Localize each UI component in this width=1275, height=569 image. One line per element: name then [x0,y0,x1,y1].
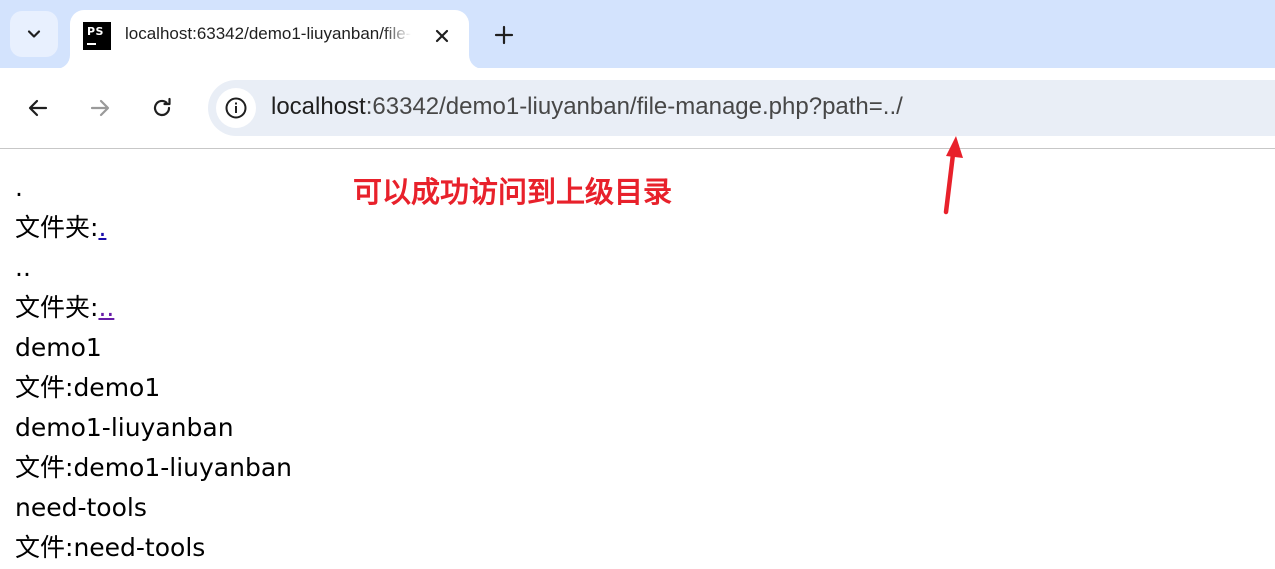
list-item-folder: 文件夹:. [15,208,292,248]
back-button[interactable] [20,90,56,126]
reload-icon [153,97,171,117]
annotation-text: 可以成功访问到上级目录 [353,175,673,209]
list-item-file: 文件:need-tools [15,528,292,568]
file-name: need-tools [73,533,206,562]
folder-label: 文件夹: [15,293,99,322]
browser-toolbar: localhost:63342/demo1-liuyanban/file-man… [0,68,1275,148]
list-item-name: .. [15,253,31,282]
url-text[interactable]: localhost:63342/demo1-liuyanban/file-man… [271,93,903,121]
folder-link[interactable]: .. [98,293,114,322]
list-item-name: demo1-liuyanban [15,413,234,442]
arrow-left-icon [28,99,48,117]
forward-button[interactable] [82,90,118,126]
active-tab[interactable]: PS localhost:63342/demo1-liuyanban/file-… [70,10,469,69]
site-info-button[interactable] [216,88,256,128]
folder-link[interactable]: . [98,213,106,242]
list-item-name: need-tools [15,493,147,522]
address-bar[interactable]: localhost:63342/demo1-liuyanban/file-man… [208,80,1275,136]
tab-strip: PS localhost:63342/demo1-liuyanban/file-… [0,0,1275,69]
list-item-folder: 文件夹:.. [15,288,292,328]
tab-search-button[interactable] [10,11,58,57]
file-label: 文件: [15,453,74,482]
new-tab-button[interactable] [487,18,521,52]
url-path: :63342/demo1-liuyanban/file-manage.php?p… [365,93,903,120]
chevron-down-icon [27,30,41,38]
arrow-right-icon [90,99,110,117]
file-label: 文件: [15,373,74,402]
file-name: demo1 [73,373,161,402]
url-host: localhost [271,93,366,120]
plus-icon [494,25,514,45]
directory-listing: . 文件夹:. .. 文件夹:.. demo1 文件:demo1 demo1-l… [15,168,292,568]
list-item-name: demo1 [15,333,102,362]
tab-title: localhost:63342/demo1-liuyanban/file-man… [125,24,411,43]
list-item-file: 文件:demo1-liuyanban [15,448,292,488]
annotation-arrow-icon [943,136,963,215]
list-item-file: 文件:demo1 [15,368,292,408]
reload-button[interactable] [144,90,180,126]
folder-label: 文件夹: [15,213,99,242]
file-label: 文件: [15,533,74,562]
info-icon [225,97,247,119]
toolbar-divider [0,148,1275,149]
tab-close-button[interactable] [428,22,456,50]
phpstorm-favicon-icon: PS [83,22,111,50]
close-icon [435,29,449,43]
file-name: demo1-liuyanban [73,453,292,482]
list-item-name: . [15,173,23,202]
